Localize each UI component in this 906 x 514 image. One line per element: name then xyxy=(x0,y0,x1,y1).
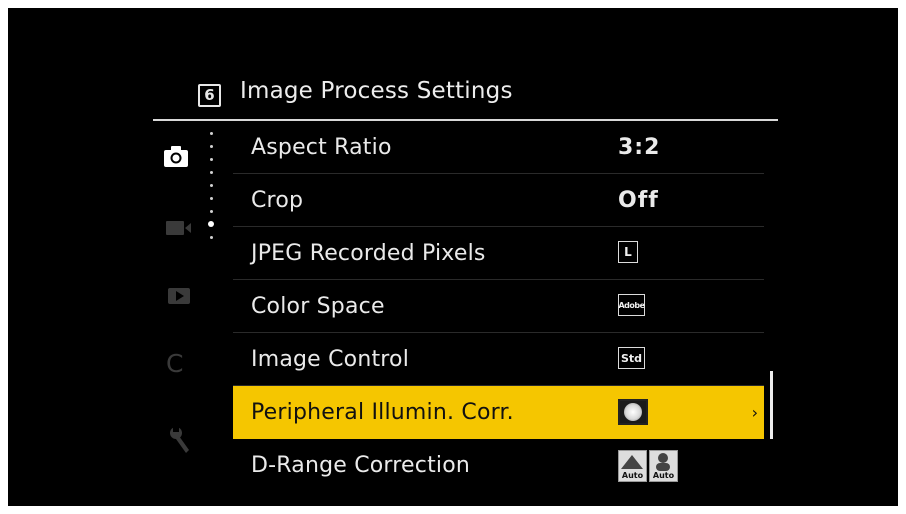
auto-label: Auto xyxy=(621,471,644,480)
page-dot xyxy=(210,145,213,148)
custom-menu-icon[interactable]: C xyxy=(166,350,183,378)
menu-item-label: Image Control xyxy=(251,347,410,372)
menu-item-peripheral-illumination[interactable]: Peripheral Illumin. Corr. › xyxy=(233,386,764,439)
chevron-right-icon: › xyxy=(751,403,758,422)
menu-list: Aspect Ratio 3:2 Crop Off JPEG Recorded … xyxy=(233,121,764,499)
menu-item-value: Off xyxy=(618,188,659,213)
camera-icon[interactable] xyxy=(164,145,194,169)
menu-item-label: D-Range Correction xyxy=(251,453,471,478)
page-dot xyxy=(210,132,213,135)
page-dot xyxy=(210,236,213,239)
menu-item-value: 3:2 xyxy=(618,135,661,160)
menu-item-label: Crop xyxy=(251,188,304,213)
menu-item-jpeg-recorded-pixels[interactable]: JPEG Recorded Pixels L xyxy=(233,227,764,280)
wrench-icon[interactable] xyxy=(167,425,193,455)
menu-item-color-space[interactable]: Color Space Adobe xyxy=(233,280,764,333)
page-dot xyxy=(210,197,213,200)
page-dot xyxy=(210,158,213,161)
menu-item-crop[interactable]: Crop Off xyxy=(233,174,764,227)
menu-item-d-range-correction[interactable]: D-Range Correction Auto Auto xyxy=(233,439,764,492)
d-range-person-auto-icon: Auto xyxy=(649,450,678,482)
menu-item-label: Color Space xyxy=(251,294,385,319)
page-title: Image Process Settings xyxy=(240,78,513,104)
camera-menu-screen: 6 Image Process Settings C Aspect Ratio … xyxy=(8,8,898,506)
page-number-badge: 6 xyxy=(198,84,221,107)
playback-icon[interactable] xyxy=(168,288,190,304)
standard-picture-icon: Std xyxy=(618,347,645,369)
vignette-correction-icon xyxy=(618,399,648,425)
auto-label: Auto xyxy=(652,471,675,480)
menu-item-label: JPEG Recorded Pixels xyxy=(251,241,486,266)
d-range-auto-icons: Auto Auto xyxy=(618,450,678,482)
d-range-scene-auto-icon: Auto xyxy=(618,450,647,482)
menu-item-label: Aspect Ratio xyxy=(251,135,392,160)
large-size-icon: L xyxy=(618,241,638,263)
menu-item-label: Peripheral Illumin. Corr. xyxy=(251,400,514,425)
adobe-rgb-icon: Adobe xyxy=(618,294,645,316)
page-dot-active xyxy=(208,221,214,227)
page-dot xyxy=(210,171,213,174)
menu-item-image-control[interactable]: Image Control Std xyxy=(233,333,764,386)
video-camera-icon[interactable] xyxy=(166,219,196,237)
page-dot xyxy=(210,184,213,187)
scrollbar[interactable] xyxy=(770,371,773,439)
menu-item-aspect-ratio[interactable]: Aspect Ratio 3:2 xyxy=(233,121,764,174)
page-dot xyxy=(210,210,213,213)
